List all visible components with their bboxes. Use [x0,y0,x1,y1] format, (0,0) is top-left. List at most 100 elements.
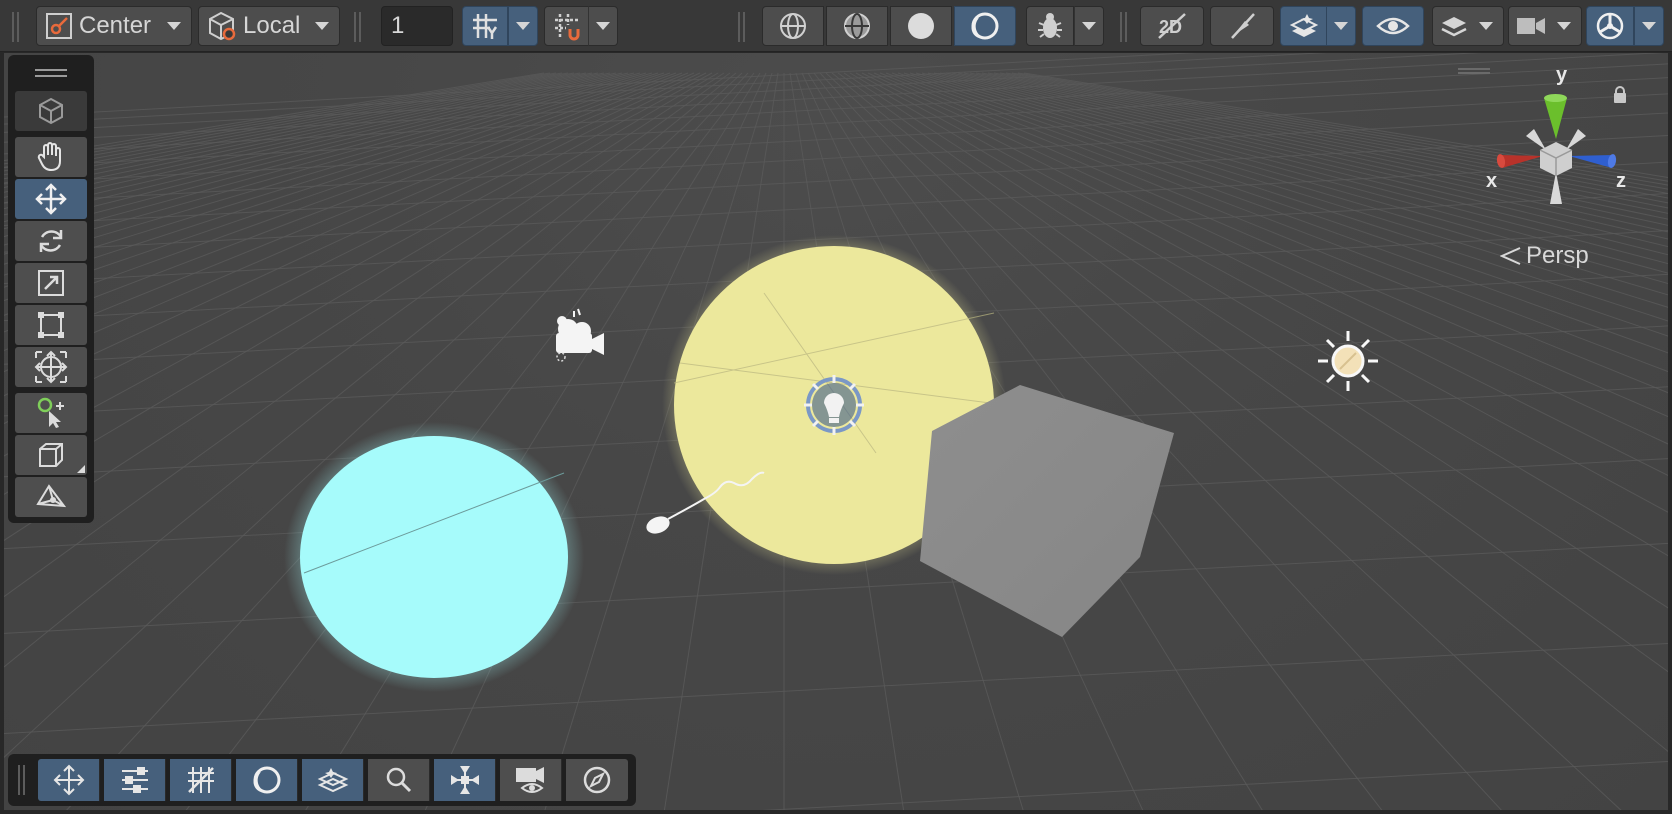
axis-label-z: z [1616,170,1626,192]
chevron-down-icon [167,22,181,30]
custom-tool-button[interactable] [15,393,87,433]
move-tool-button[interactable] [15,179,87,219]
panel-drag-handle [35,75,67,77]
edit-mesh-tool-button[interactable] [15,477,87,517]
grid-line [4,72,659,276]
grid-line [4,72,665,288]
gizmos-dropdown[interactable] [1634,6,1664,46]
pivot-rotation-label: Local [243,12,301,39]
panel-drag-handle[interactable] [35,69,67,71]
orientation-overlay-toggle[interactable] [434,759,496,801]
grid-line [4,72,671,302]
toggle-lighting-button[interactable] [1210,6,1274,46]
projection-toggle[interactable]: Persp [1500,242,1589,270]
grid-line [4,53,1328,125]
rect-tool-button[interactable] [15,305,87,345]
corner-triangle-icon [77,465,85,473]
shaded-wireframe-icon [844,13,870,39]
create-box-tool-button[interactable] [15,435,87,475]
pivot-rotation-icon [209,11,236,41]
rotate-icon [39,230,63,252]
rect-transform-icon [38,312,64,338]
toolbar-grip[interactable] [12,12,20,42]
toggle-2d-icon: 2D [1158,13,1186,39]
layers-icon [1441,17,1467,37]
gizmos-button[interactable] [1586,6,1634,46]
view-tool-button[interactable] [15,91,87,131]
orientation-gizmo[interactable]: y x z [1476,64,1636,214]
pivot-rotation-dropdown[interactable]: Local [198,6,340,46]
scene-visibility-button[interactable] [1362,6,1424,46]
toggle-scene-fx-button[interactable] [1280,6,1328,46]
hand-tool-button[interactable] [15,137,87,177]
orientation-icon [450,766,479,794]
grid-line [4,53,1665,143]
toggle-scene-fx-dropdown[interactable] [1326,6,1356,46]
shaded-icon [908,13,934,39]
scene-toolbar: Center Local 1 [0,0,1672,52]
projection-label: Persp [1526,242,1589,269]
chevron-down-icon [315,22,329,30]
box-icon [39,443,63,467]
unlit-icon [971,12,999,40]
grid-visibility-icon [473,14,498,39]
search-overlay-toggle[interactable] [368,759,430,801]
scene-viewport[interactable] [4,53,1668,810]
toggle-2d-button[interactable]: 2D [1140,6,1204,46]
overlay-bar-grip[interactable] [18,765,26,795]
toolbar-grip[interactable] [738,12,746,42]
grid-snapping-button[interactable] [544,6,590,46]
overlay-menu-bar [8,754,636,806]
scene-canvas[interactable] [4,53,1668,810]
grid-visibility-button[interactable] [462,6,508,46]
grid-line [4,63,1668,155]
toolbar-grip[interactable] [1120,12,1128,42]
gizmos-icon [1596,12,1624,40]
scale-tool-button[interactable] [15,263,87,303]
navigation-overlay-toggle[interactable] [566,759,628,801]
draw-modes-overlay-toggle[interactable] [236,759,298,801]
unlit-button[interactable] [954,6,1016,46]
debug-draw-mode-dropdown[interactable] [1074,6,1104,46]
scene-fx-icon [317,768,348,793]
grid-line [4,72,695,373]
add-pointer-icon [37,397,64,428]
directional-light-icon[interactable] [1318,331,1378,391]
camera-icon[interactable] [556,308,604,362]
camera-settings-dropdown[interactable] [1508,6,1582,46]
toggle-lighting-icon [1231,13,1255,39]
transform-tool-button[interactable] [15,347,87,387]
hand-icon [37,142,61,172]
debug-draw-mode-icon [1038,13,1062,38]
tools-overlay-toggle[interactable] [38,759,100,801]
layers-dropdown[interactable] [1432,6,1504,46]
pivot-mode-dropdown[interactable]: Center [36,6,192,46]
debug-draw-mode-button[interactable] [1026,6,1074,46]
chevron-down-icon [1557,22,1571,30]
perspective-icon [1500,247,1521,265]
point-light-icon[interactable] [804,375,864,435]
toolbar-grip[interactable] [354,12,362,42]
rotate-tool-button[interactable] [15,221,87,261]
shaded-button[interactable] [890,6,952,46]
move-arrows-icon [35,183,67,215]
shaded-wireframe-button[interactable] [826,6,888,46]
grid-line [4,112,1668,204]
cameras-overlay-toggle[interactable] [500,759,562,801]
grid-snapping-icon [555,14,580,41]
grid-line [4,72,683,333]
search-icon [386,767,411,793]
grid-line [4,72,635,238]
wireframe-button[interactable] [762,6,824,46]
grid-snapping-dropdown[interactable] [588,6,618,46]
grid-snap-icon [187,767,214,793]
grid-and-snap-overlay-toggle[interactable] [170,759,232,801]
grid-visibility-dropdown[interactable] [508,6,538,46]
move-arrows-icon [53,764,84,796]
cyan-sphere[interactable] [300,436,568,678]
tool-settings-overlay-toggle[interactable] [104,759,166,801]
cube-view-icon [39,97,63,125]
grid-line [4,72,653,265]
view-options-overlay-toggle[interactable] [302,759,364,801]
grid-size-field[interactable]: 1 [381,6,453,46]
